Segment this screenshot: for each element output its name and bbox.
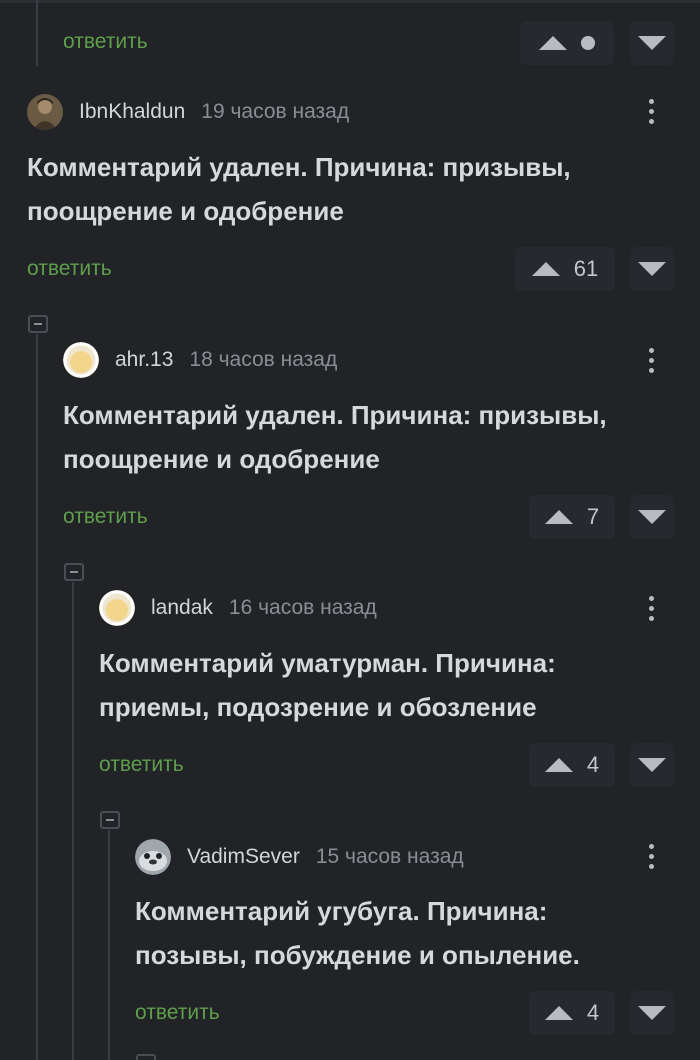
score: 7 <box>586 504 600 529</box>
comment-text-line: Комментарий уматурман. Причина: <box>99 648 556 678</box>
comment-header: VadimSever 15 часов назад <box>135 837 464 877</box>
pale-avatar-icon <box>63 342 99 378</box>
downvote-button[interactable] <box>630 991 674 1035</box>
comment-text: Комментарий удален. Причина: призывы, по… <box>27 145 647 233</box>
comment-text-line: позывы, побуждение и опыление. <box>135 940 580 970</box>
collapse-thread-button[interactable] <box>64 563 84 581</box>
score: 4 <box>586 1000 600 1025</box>
timestamp: 19 часов назад <box>201 100 350 123</box>
arrow-down-icon <box>638 36 666 50</box>
arrow-up-icon <box>544 758 573 772</box>
arrow-up-icon <box>544 510 573 524</box>
comment-text-line: поощрение и одобрение <box>27 196 344 226</box>
arrow-down-icon <box>638 262 666 276</box>
reply-link[interactable]: ответить <box>27 257 112 281</box>
thread-line <box>108 830 110 1060</box>
comment-text-line: поощрение и одобрение <box>63 444 380 474</box>
collapse-thread-button[interactable] <box>28 315 48 333</box>
more-options-icon[interactable] <box>641 342 661 378</box>
timestamp: 15 часов назад <box>315 845 464 868</box>
arrow-down-icon <box>638 758 666 772</box>
collapse-thread-button[interactable] <box>136 1054 156 1060</box>
downvote-button[interactable] <box>630 21 674 65</box>
collapse-thread-button[interactable] <box>100 811 120 829</box>
comment-text: Комментарий угубуга. Причина: позывы, по… <box>135 889 700 977</box>
thread-line <box>36 0 38 66</box>
username[interactable]: VadimSever <box>187 845 300 869</box>
downvote-button[interactable] <box>630 247 674 291</box>
reply-link[interactable]: ответить <box>135 1001 220 1025</box>
arrow-up-icon <box>531 262 560 276</box>
neutral-dot-icon <box>581 36 595 50</box>
comment-text-line: Комментарий удален. Причина: призывы, <box>27 152 571 182</box>
more-options-icon[interactable] <box>641 93 661 129</box>
user-avatar[interactable] <box>63 342 99 378</box>
upvote-button[interactable]: 4 <box>529 743 615 787</box>
thread-line <box>72 582 74 1060</box>
comment-text-line: Комментарий удален. Причина: призывы, <box>63 400 607 430</box>
arrow-down-icon <box>638 510 666 524</box>
comment-text: Комментарий удален. Причина: призывы, по… <box>63 393 683 481</box>
arrow-up-icon <box>539 36 567 50</box>
comment-text: Комментарий уматурман. Причина: приемы, … <box>99 641 700 729</box>
score: 61 <box>573 256 599 281</box>
comment-header: IbnKhaldun 19 часов назад <box>27 92 349 132</box>
upvote-button[interactable]: 4 <box>529 991 615 1035</box>
timestamp: 18 часов назад <box>189 348 338 371</box>
username[interactable]: landak <box>151 596 213 620</box>
more-options-icon[interactable] <box>641 590 661 626</box>
downvote-button[interactable] <box>630 495 674 539</box>
arrow-down-icon <box>638 1006 666 1020</box>
comment-text-line: Комментарий угубуга. Причина: <box>135 896 548 926</box>
pale-avatar-icon <box>99 590 135 626</box>
more-options-icon[interactable] <box>641 838 661 874</box>
username[interactable]: IbnKhaldun <box>79 100 185 124</box>
comment-header: ahr.13 18 часов назад <box>63 340 337 380</box>
reply-link[interactable]: ответить <box>63 30 148 54</box>
portrait-avatar-icon <box>27 94 63 130</box>
thread-line <box>36 334 38 1060</box>
comment-thread: ответить IbnKhaldun 19 часов назад Комме… <box>0 0 700 1060</box>
upvote-button[interactable] <box>520 21 614 65</box>
comment-header: landak 16 часов назад <box>99 588 377 628</box>
reply-link[interactable]: ответить <box>99 753 184 777</box>
user-avatar[interactable] <box>99 590 135 626</box>
upvote-button[interactable]: 61 <box>515 247 615 291</box>
score: 4 <box>586 752 600 777</box>
upvote-button[interactable]: 7 <box>529 495 615 539</box>
downvote-button[interactable] <box>630 743 674 787</box>
user-avatar[interactable] <box>135 839 171 875</box>
timestamp: 16 часов назад <box>228 596 377 619</box>
username[interactable]: ahr.13 <box>115 348 173 372</box>
reply-link[interactable]: ответить <box>63 505 148 529</box>
divider <box>0 0 700 3</box>
comment-text-line: приемы, подозрение и обозление <box>99 692 537 722</box>
seal-avatar-icon <box>135 839 171 875</box>
user-avatar[interactable] <box>27 94 63 130</box>
arrow-up-icon <box>544 1006 573 1020</box>
